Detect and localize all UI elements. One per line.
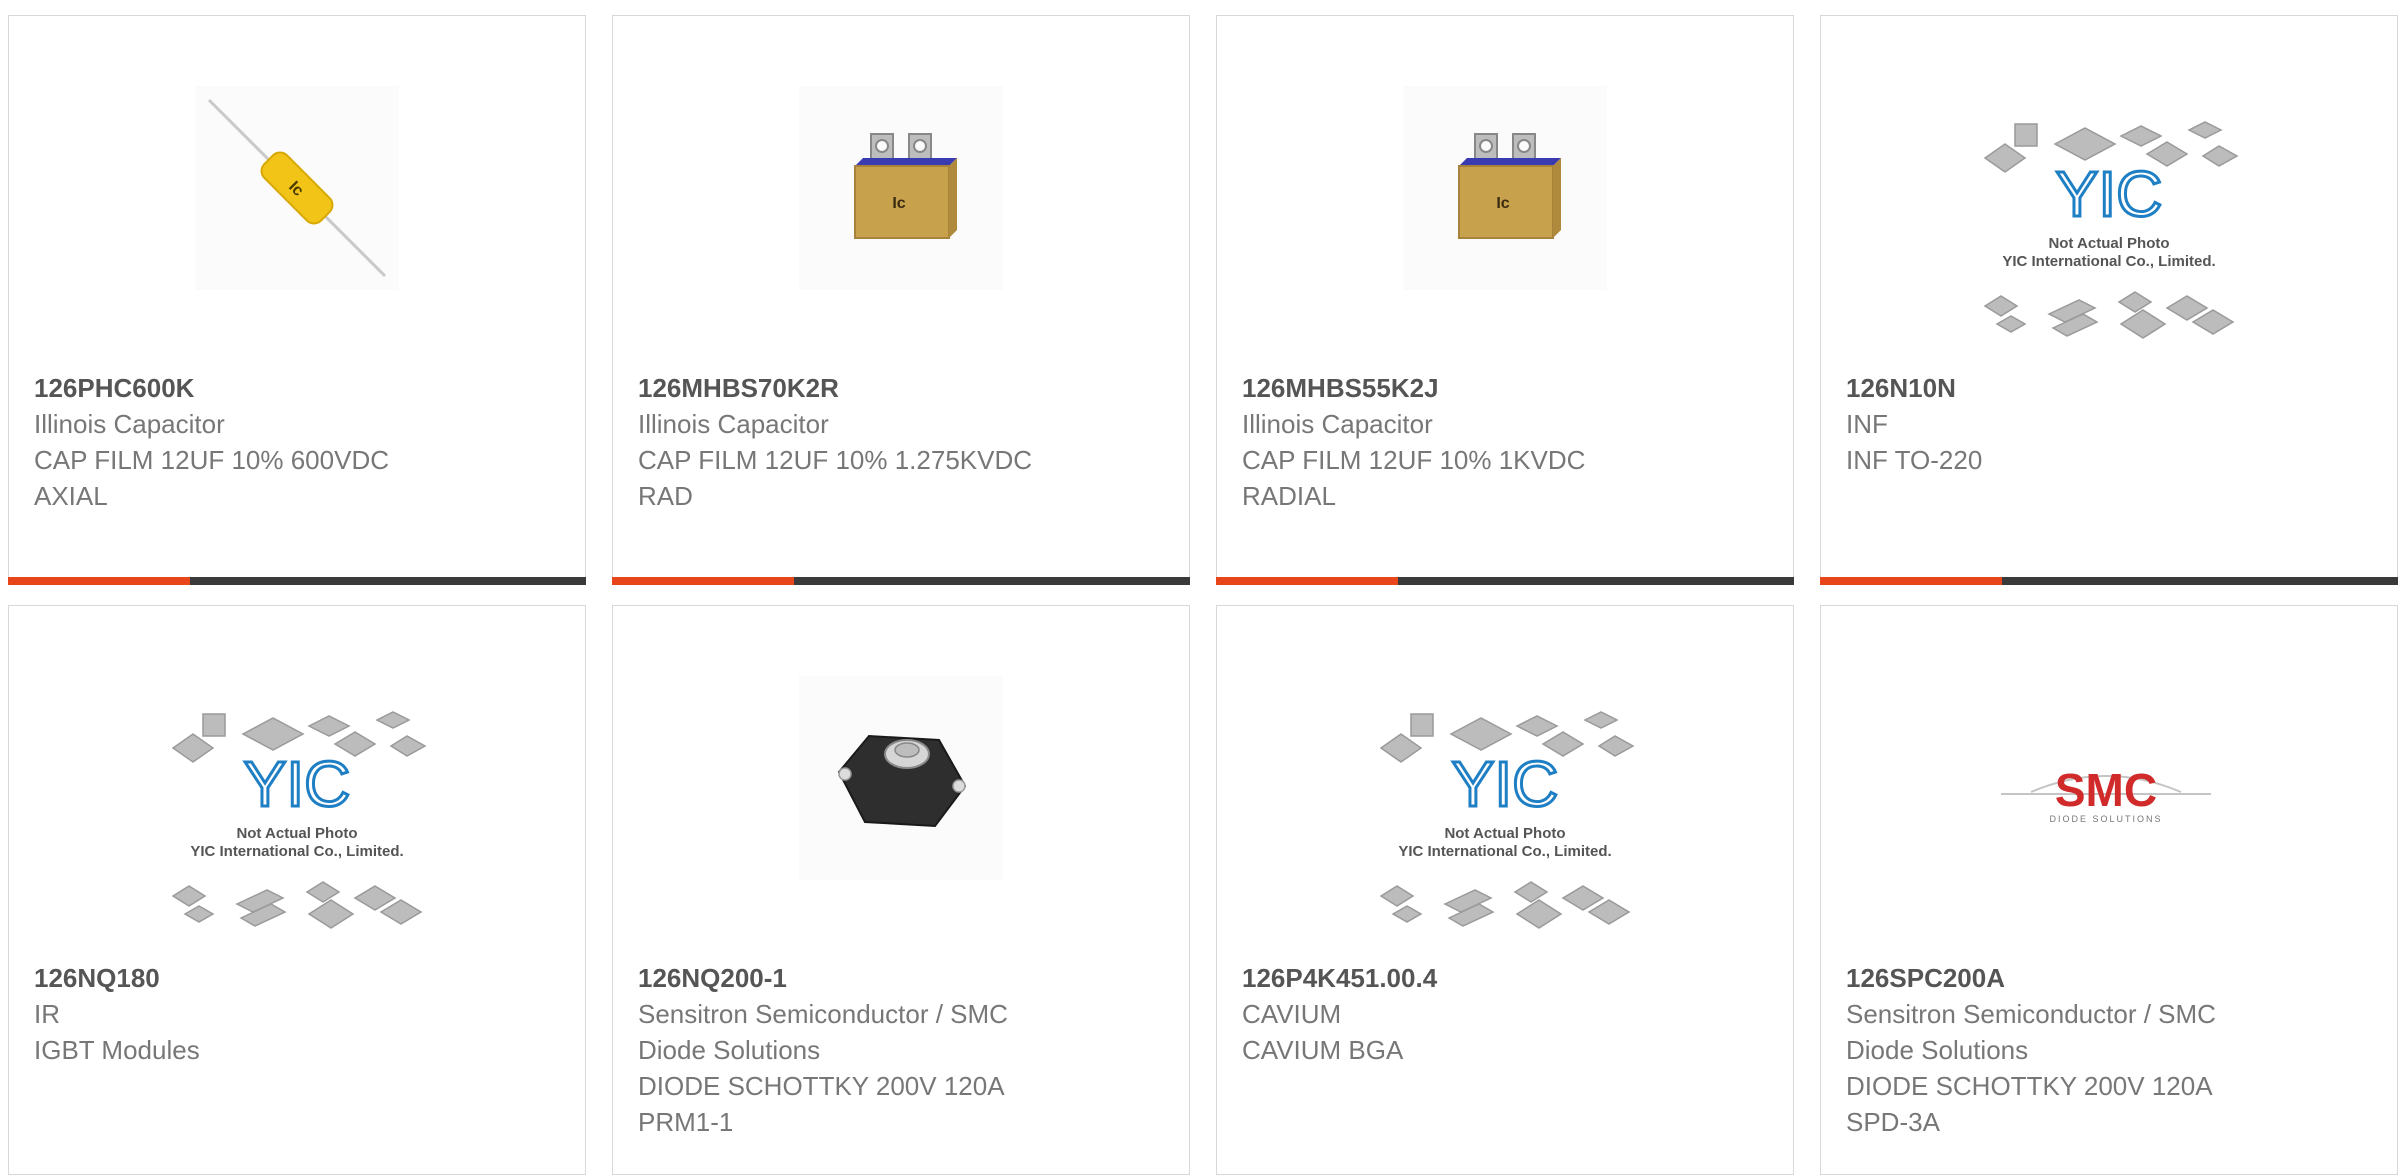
placeholder-caption: Not Actual Photo — [2048, 235, 2169, 252]
diode-module-image — [799, 676, 1003, 880]
product-card[interactable]: YIC Not Actual Photo YIC International C… — [8, 605, 586, 1175]
product-card[interactable]: YIC Not Actual Photo YIC International C… — [1820, 15, 2398, 585]
yic-logo: YIC — [244, 748, 351, 820]
part-number[interactable]: 126MHBS70K2R — [638, 370, 1164, 406]
manufacturer: Illinois Capacitor — [638, 409, 829, 439]
smc-logo-image: SMC DIODE SOLUTIONS — [2001, 764, 2211, 824]
part-number[interactable]: 126PHC600K — [34, 370, 560, 406]
description: CAP FILM 12UF 10% 1.275KVDC RAD — [638, 445, 1033, 511]
manufacturer: Sensitron Semiconductor / SMC Diode Solu… — [1846, 999, 2216, 1065]
box-capacitor-image: Ic — [799, 86, 1003, 290]
product-image[interactable] — [799, 676, 1003, 880]
placeholder-caption: Not Actual Photo — [236, 825, 357, 842]
product-info: 126NQ180 IR IGBT Modules — [34, 960, 560, 1068]
product-image[interactable]: Ic — [1403, 86, 1607, 290]
description: IGBT Modules — [34, 1035, 200, 1065]
manufacturer: CAVIUM — [1242, 999, 1342, 1029]
product-card[interactable]: Ic 126MHBS55K2J Illinois Capacitor CAP F… — [1216, 15, 1794, 585]
yic-logo: YIC — [1452, 748, 1559, 820]
part-number[interactable]: 126N10N — [1846, 370, 2372, 406]
yic-placeholder-image: YIC Not Actual Photo YIC International C… — [1983, 121, 2239, 339]
product-image[interactable]: Ic — [799, 86, 1003, 290]
part-number[interactable]: 126NQ180 — [34, 960, 560, 996]
part-number[interactable]: 126SPC200A — [1846, 960, 2372, 996]
manufacturer: Sensitron Semiconductor / SMC Diode Solu… — [638, 999, 1008, 1065]
product-info: 126NQ200-1 Sensitron Semiconductor / SMC… — [638, 960, 1164, 1140]
yic-logo: YIC — [2056, 158, 2163, 230]
description: INF TO-220 — [1846, 445, 1983, 475]
description: CAP FILM 12UF 10% 600VDC AXIAL — [34, 445, 389, 511]
description: DIODE SCHOTTKY 200V 120A SPD-3A — [1846, 1071, 2212, 1137]
product-info: 126SPC200A Sensitron Semiconductor / SMC… — [1846, 960, 2372, 1140]
product-info: 126PHC600K Illinois Capacitor CAP FILM 1… — [34, 370, 560, 514]
product-info: 126MHBS55K2J Illinois Capacitor CAP FILM… — [1242, 370, 1768, 514]
card-progress-accent — [612, 577, 794, 585]
product-info: 126N10N INF INF TO-220 — [1846, 370, 2372, 478]
manufacturer: Illinois Capacitor — [1242, 409, 1433, 439]
axial-capacitor-image: Ic — [195, 86, 399, 290]
product-card[interactable]: Ic 126PHC600K Illinois Capacitor CAP FIL… — [8, 15, 586, 585]
manufacturer: IR — [34, 999, 60, 1029]
placeholder-company: YIC International Co., Limited. — [1398, 843, 1611, 860]
description: CAVIUM BGA — [1242, 1035, 1404, 1065]
product-image[interactable]: SMC DIODE SOLUTIONS — [2001, 746, 2211, 846]
smc-logo: SMC — [2055, 764, 2157, 816]
product-card[interactable]: SMC DIODE SOLUTIONS 126SPC200A Sensitron… — [1820, 605, 2398, 1175]
placeholder-company: YIC International Co., Limited. — [2002, 253, 2215, 270]
product-image[interactable]: Ic — [195, 86, 399, 290]
card-progress-bar — [1820, 577, 2398, 585]
part-number[interactable]: 126MHBS55K2J — [1242, 370, 1768, 406]
card-progress-accent — [1820, 577, 2002, 585]
product-card[interactable]: YIC Not Actual Photo YIC International C… — [1216, 605, 1794, 1175]
card-progress-bar — [1216, 577, 1794, 585]
smc-tagline: DIODE SOLUTIONS — [2049, 814, 2162, 824]
card-progress-bar — [8, 577, 586, 585]
svg-text:Ic: Ic — [1496, 195, 1509, 212]
product-info: 126MHBS70K2R Illinois Capacitor CAP FILM… — [638, 370, 1164, 514]
product-card[interactable]: Ic 126MHBS70K2R Illinois Capacitor CAP F… — [612, 15, 1190, 585]
part-number[interactable]: 126NQ200-1 — [638, 960, 1164, 996]
product-image[interactable]: YIC Not Actual Photo YIC International C… — [1971, 96, 2247, 356]
yic-placeholder-image: YIC Not Actual Photo YIC International C… — [1379, 711, 1635, 929]
product-image[interactable]: YIC Not Actual Photo YIC International C… — [159, 686, 435, 946]
yic-placeholder-image: YIC Not Actual Photo YIC International C… — [171, 711, 427, 929]
product-image[interactable]: YIC Not Actual Photo YIC International C… — [1367, 686, 1643, 946]
card-progress-bar — [612, 577, 1190, 585]
description: DIODE SCHOTTKY 200V 120A PRM1-1 — [638, 1071, 1004, 1137]
product-card[interactable]: 126NQ200-1 Sensitron Semiconductor / SMC… — [612, 605, 1190, 1175]
placeholder-caption: Not Actual Photo — [1444, 825, 1565, 842]
placeholder-company: YIC International Co., Limited. — [190, 843, 403, 860]
product-info: 126P4K451.00.4 CAVIUM CAVIUM BGA — [1242, 960, 1768, 1068]
card-progress-accent — [1216, 577, 1398, 585]
product-grid: Ic 126PHC600K Illinois Capacitor CAP FIL… — [8, 15, 2398, 1175]
manufacturer: Illinois Capacitor — [34, 409, 225, 439]
manufacturer: INF — [1846, 409, 1888, 439]
card-progress-accent — [8, 577, 190, 585]
part-number[interactable]: 126P4K451.00.4 — [1242, 960, 1768, 996]
box-capacitor-image: Ic — [1403, 86, 1607, 290]
description: CAP FILM 12UF 10% 1KVDC RADIAL — [1242, 445, 1586, 511]
svg-text:Ic: Ic — [892, 195, 905, 212]
